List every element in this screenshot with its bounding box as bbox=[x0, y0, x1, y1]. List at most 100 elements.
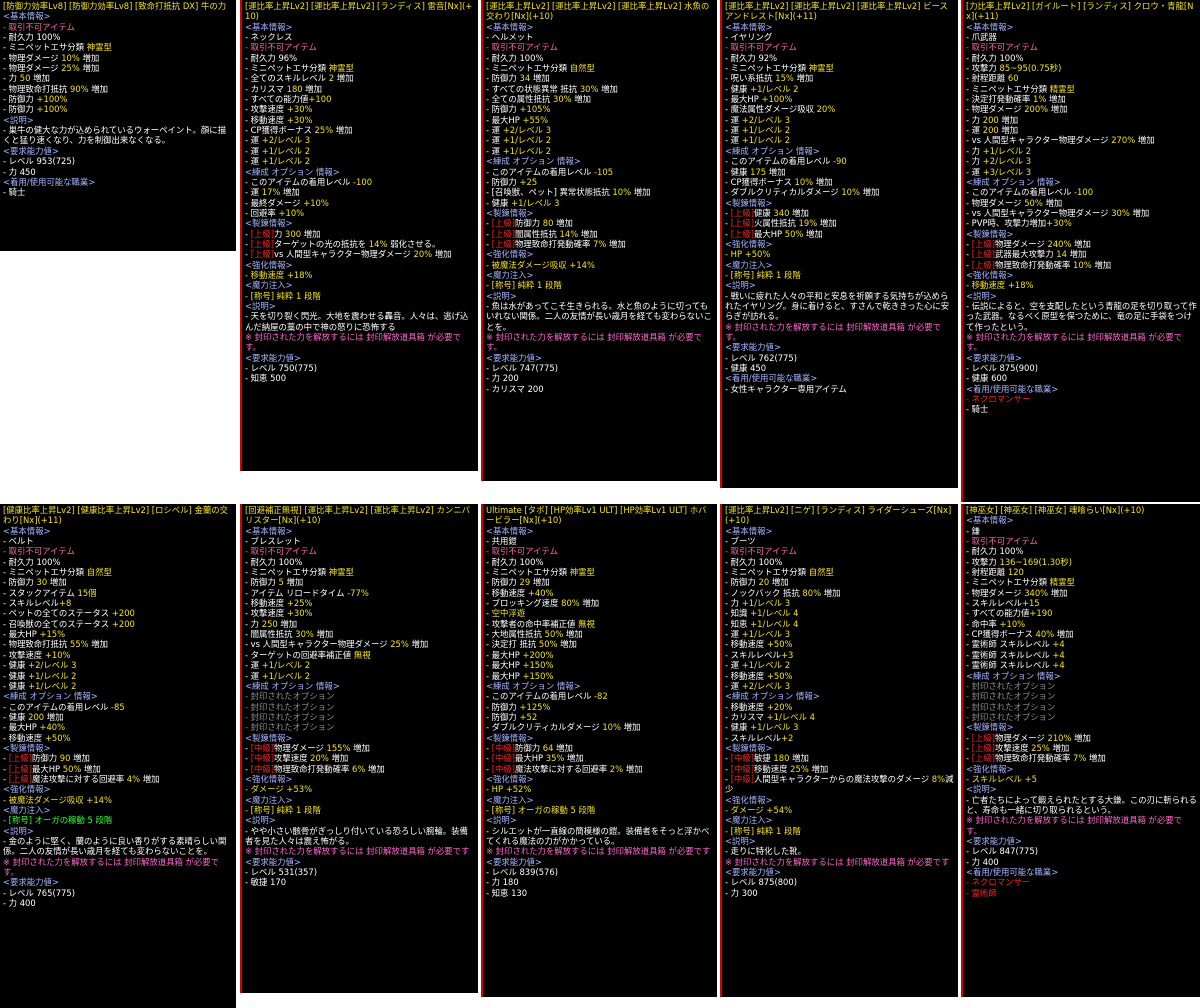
section-header: <強化情報> bbox=[966, 269, 1014, 280]
section-header: <製錬情報> bbox=[966, 228, 1014, 239]
stat-line: - 封印されたオプション bbox=[966, 691, 1056, 702]
section-header: <基本情報> bbox=[486, 21, 534, 32]
stat-line: - 射程距離 60 bbox=[966, 73, 1019, 84]
stat-line: - ターゲットの回避率補正値 無視 bbox=[245, 649, 371, 660]
section-header: <着用/使用可能な職業> bbox=[966, 383, 1059, 394]
stat-line: - 力 200 増加 bbox=[966, 114, 1019, 125]
section-header: <説明> bbox=[245, 300, 276, 311]
stat-line: - すべての状態異常 抵抗 30% 増加 bbox=[486, 83, 618, 94]
stat-line: - [上級]火属性抵抗 19% 増加 bbox=[725, 218, 837, 229]
stat-line: - 物理ダメージ 200% 増加 bbox=[966, 104, 1068, 115]
section-header: <要求能力値> bbox=[966, 836, 1022, 846]
stat-line: - アイテム リロードタイム -77% bbox=[245, 587, 369, 598]
stat-line: - [中級]防御力 64 増加 bbox=[486, 742, 573, 753]
stat-line: - レベル 750(775) bbox=[245, 363, 317, 374]
stat-line: - [上級]物理ダメージ 210% 増加 bbox=[966, 732, 1091, 743]
stat-line: - 力 400 bbox=[966, 856, 999, 867]
stat-line: - [称号] 純粋 1 段階 bbox=[486, 280, 562, 291]
stat-line: - 運 +1/レベル 2 bbox=[725, 125, 791, 136]
stat-line: - [中級]最大HP 35% 増加 bbox=[486, 753, 584, 764]
stat-line: - 被魔法ダメージ吸収 +14% bbox=[486, 259, 595, 270]
stat-line: - 耐久力 100% bbox=[3, 32, 61, 43]
section-header: <製錬情報> bbox=[486, 207, 534, 218]
stat-line: ※ 封印された力を解放するには 封印解放道具箱 が必要です bbox=[725, 856, 950, 867]
stat-line: - 力 400 bbox=[3, 898, 36, 909]
stat-line: ※ 封印された力を解放するには 封印解放道具箱 が必要です。 bbox=[486, 332, 703, 353]
section-header: <練成 オプション 情報> bbox=[725, 145, 820, 156]
section-header: <強化情報> bbox=[966, 763, 1014, 774]
stat-line: - [中級]攻撃速度 20% 増加 bbox=[245, 753, 349, 764]
stat-line: - [上級]物理致命打発動確率 7% 増加 bbox=[486, 238, 626, 249]
section-header: <魔力注入> bbox=[245, 280, 293, 291]
stat-line: - 運 +1/レベル 2 bbox=[725, 135, 791, 146]
stat-line: - 最終ダメージ +10% bbox=[245, 197, 329, 208]
stat-line: - ミニペットエサ分類 自然型 bbox=[486, 63, 595, 74]
stat-line: - 健康 200 増加 bbox=[3, 711, 64, 722]
section-header: <要求能力値> bbox=[486, 352, 542, 363]
stat-line: - 健康 600 bbox=[966, 373, 1008, 384]
stat-line: - 運 +3/レベル 3 bbox=[966, 166, 1032, 177]
section-header: <要求能力値> bbox=[245, 856, 301, 867]
stat-line: - レベル 747(775) bbox=[486, 363, 558, 374]
item-title: [運比率上昇Lv2] [運比率上昇Lv2] [運比率上昇Lv2] 水魚の交わり[… bbox=[486, 1, 710, 22]
stat-line: - 移動速度 +50% bbox=[3, 732, 71, 743]
stat-line: - 防御力 +105% bbox=[486, 104, 551, 115]
stat-line: - 封印されたオプション bbox=[966, 680, 1056, 691]
stat-line: - ミニペットエサ分類 精霊型 bbox=[966, 83, 1075, 94]
stat-line: - レベル 531(357) bbox=[245, 867, 317, 878]
stat-line: - [上級]闇属性抵抗 14% 増加 bbox=[486, 228, 598, 239]
section-header: <要求能力値> bbox=[245, 352, 301, 363]
stat-line: - 防御力 20 増加 bbox=[725, 577, 789, 588]
stat-line: - 騎士 bbox=[3, 187, 26, 198]
stat-line: - 移動速度 +50% bbox=[725, 670, 793, 681]
item-title: [力比率上昇Lv2] [ガイルート] [ランディス] クロウ・青龍[Nx](+1… bbox=[966, 1, 1194, 22]
stat-line: - HP +50% bbox=[725, 249, 771, 260]
stat-line: - 耐久力 100% bbox=[486, 556, 544, 567]
section-header: <着用/使用可能な職業> bbox=[966, 867, 1059, 878]
stat-line: - [上級]攻撃速度 25% 増加 bbox=[966, 742, 1070, 753]
stat-line: - ブレスレット bbox=[245, 536, 301, 547]
item-tooltip-panel: [力比率上昇Lv2] [ガイルート] [ランディス] クロウ・青龍[Nx](+1… bbox=[961, 0, 1200, 502]
stat-line: - 耐久力 100% bbox=[3, 556, 61, 567]
stat-line: - 最大HP +15% bbox=[3, 629, 66, 640]
stat-line: - ミニペットエサ分類 神霊型 bbox=[3, 42, 112, 53]
stat-line: - このアイテムの着用レベル -100 bbox=[966, 187, 1094, 198]
stat-line: - スキルレベル +5 bbox=[966, 773, 1037, 784]
section-header: <説明> bbox=[486, 815, 517, 826]
section-header: <魔力注入> bbox=[486, 269, 534, 280]
stat-line: - 運 +1/レベル 3 bbox=[725, 629, 791, 640]
stat-line: - HP +52% bbox=[486, 784, 532, 795]
stat-line: - 最大HP +40% bbox=[3, 722, 66, 733]
section-header: <説明> bbox=[486, 290, 517, 301]
stat-line: - 物理ダメージ 340% 増加 bbox=[966, 587, 1068, 598]
section-header: <練成 オプション 情報> bbox=[3, 691, 98, 702]
section-header: <強化情報> bbox=[486, 249, 534, 260]
stat-line: - 健康 +1/レベル 3 bbox=[725, 722, 799, 733]
stat-line: - 移動速度 +50% bbox=[725, 639, 793, 650]
stat-line: - 取引不可アイテム bbox=[3, 546, 75, 557]
stat-line: - 健康 +1/レベル 2 bbox=[3, 680, 77, 691]
stat-line: - [称号] 純粋 1 段階 bbox=[725, 825, 801, 836]
stat-line: - vs 人間型キャラクター物理ダメージ 30% 増加 bbox=[966, 207, 1150, 218]
stat-line: - 戦いに疲れた人々の平和と安息を祈願する気持ちが込められたイヤリング。身に着け… bbox=[725, 290, 950, 322]
stat-line: - 防御力 34 増加 bbox=[486, 73, 550, 84]
stat-line: - 運 +2/レベル 3 bbox=[725, 680, 791, 691]
item-tooltip-panel: [健康比率上昇Lv2] [健康比率上昇Lv2] [ロシベル] 金蘭の交わり[Nx… bbox=[0, 504, 236, 1008]
stat-line: - レベル 765(775) bbox=[3, 887, 75, 898]
item-tooltip-panel: [運比率上昇Lv2] [ニゲ] [ランディス] ライダーシューズ[Nx](+10… bbox=[720, 504, 958, 997]
stat-line: - レベル 875(900) bbox=[966, 363, 1038, 374]
item-title: [運比率上昇Lv2] [ニゲ] [ランディス] ライダーシューズ[Nx](+10… bbox=[725, 505, 952, 526]
section-header: <強化情報> bbox=[245, 259, 293, 270]
stat-line: - 防御力 +125% bbox=[486, 701, 551, 712]
stat-line: - 霊術師 スキルレベル +4 bbox=[966, 639, 1065, 650]
stat-line: ※ 封印された力を解放するには 封印解放道具箱 が必要です。 bbox=[245, 332, 462, 353]
stat-line: - 力 +1/レベル 2 bbox=[966, 145, 1032, 156]
item-title: [防御力効率Lv8] [防御力効率Lv8] [致命打抵抗 DX] 牛の力 bbox=[3, 1, 227, 11]
section-header: <製錬情報> bbox=[245, 732, 293, 743]
stat-line: - 封印されたオプション bbox=[245, 711, 335, 722]
stat-line: - 力 +1/レベル 3 bbox=[725, 598, 791, 609]
stat-line: - 全てのスキルレベル 2 増加 bbox=[245, 73, 354, 84]
section-header: <強化情報> bbox=[245, 773, 293, 784]
item-title: [運比率上昇Lv2] [運比率上昇Lv2] [ランディス] 雷音[Nx](+10… bbox=[245, 1, 473, 22]
section-header: <強化情報> bbox=[486, 773, 534, 784]
